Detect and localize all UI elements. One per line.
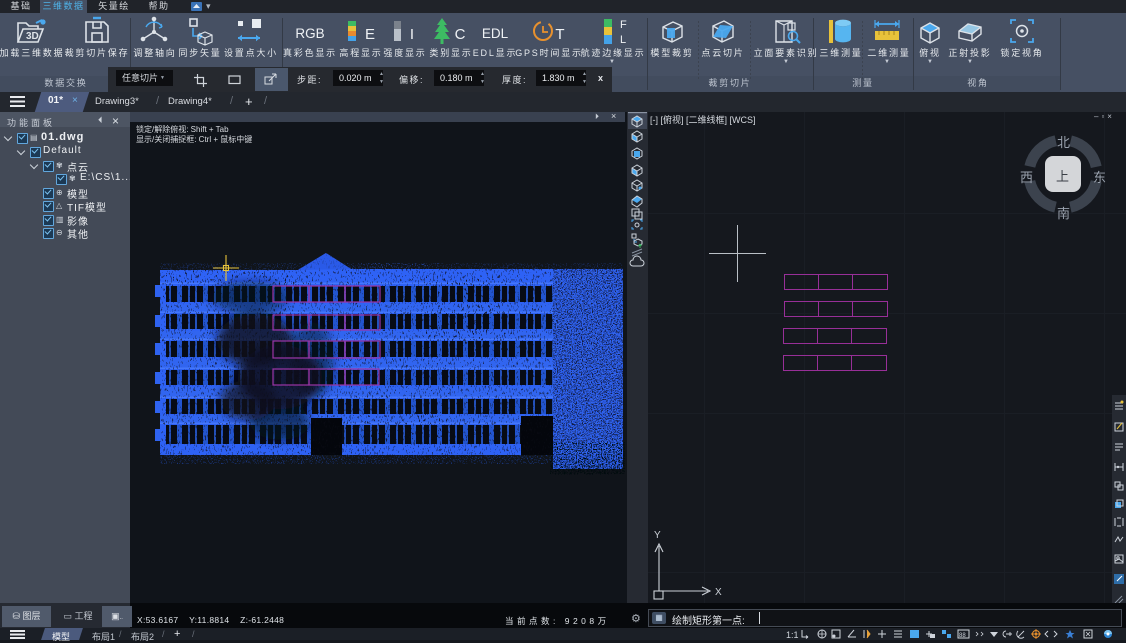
svg-text:88: 88 [959, 633, 966, 639]
svg-text:F: F [620, 19, 627, 31]
svg-text:1:1: 1:1 [786, 630, 799, 640]
svg-text:L: L [620, 34, 626, 46]
svg-text:3D: 3D [26, 31, 39, 42]
svg-text:E: E [365, 26, 375, 43]
svg-text:X: X [715, 587, 722, 598]
svg-text:C: C [455, 26, 466, 43]
svg-text:I: I [410, 26, 414, 43]
svg-text:Y: Y [654, 530, 661, 541]
svg-text:EDL: EDL [482, 26, 509, 41]
svg-text:T: T [555, 26, 564, 43]
svg-text:RGB: RGB [295, 26, 324, 41]
